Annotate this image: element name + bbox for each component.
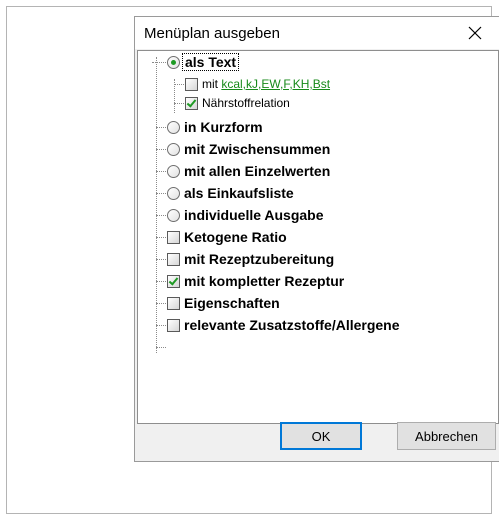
checkbox-naehrstoffrelation[interactable] xyxy=(185,96,198,110)
dialog-titlebar: Menüplan ausgeben xyxy=(135,17,499,49)
tree-guide-line xyxy=(156,347,166,348)
tree-guide-line xyxy=(156,171,166,172)
option-label: mit kompletter Rezeptur xyxy=(184,273,345,289)
tree-guide-line xyxy=(156,215,166,216)
option-mit-zwischensummen[interactable]: mit Zwischensummen xyxy=(167,139,330,159)
tree-guide-line xyxy=(156,127,166,128)
radio-mit-allen-einzelwerten[interactable] xyxy=(167,164,180,178)
option-ketogene-ratio[interactable]: Ketogene Ratio xyxy=(167,227,287,247)
option-label: Ketogene Ratio xyxy=(184,229,287,245)
option-label: als Einkaufsliste xyxy=(184,185,294,201)
option-label: individuelle Ausgabe xyxy=(184,207,324,223)
option-als-einkaufsliste[interactable]: als Einkaufsliste xyxy=(167,183,294,203)
tree-guide-line xyxy=(152,62,166,63)
option-label: in Kurzform xyxy=(184,119,263,135)
option-label: als Text xyxy=(182,53,240,71)
option-label-prefix: mit xyxy=(202,77,222,91)
option-eigenschaften[interactable]: Eigenschaften xyxy=(167,293,280,313)
cancel-button[interactable]: Abbrechen xyxy=(397,422,496,450)
checkbox-mit-kompletter-rezeptur[interactable] xyxy=(167,274,180,288)
option-label: Nährstoffrelation xyxy=(202,96,290,110)
nutrient-units-link[interactable]: kcal,kJ,EW,F,KH,Bst xyxy=(221,77,330,91)
ok-button[interactable]: OK xyxy=(280,422,362,450)
tree-guide-line xyxy=(174,84,184,85)
checkbox-ketogene-ratio[interactable] xyxy=(167,230,180,244)
checkbox-zusatzstoffe-allergene[interactable] xyxy=(167,318,180,332)
option-mit-allen-einzelwerten[interactable]: mit allen Einzelwerten xyxy=(167,161,330,181)
tree-guide-line xyxy=(174,103,184,104)
radio-individuelle-ausgabe[interactable] xyxy=(167,208,180,222)
option-mit-rezeptzubereitung[interactable]: mit Rezeptzubereitung xyxy=(167,249,334,269)
option-label: mit Zwischensummen xyxy=(184,141,331,157)
option-naehrstoffrelation[interactable]: Nährstoffrelation xyxy=(185,93,290,113)
tree-guide-line xyxy=(156,259,166,260)
option-label: mit kcal,kJ,EW,F,KH,Bst xyxy=(202,77,330,91)
checkbox-mit-rezeptzubereitung[interactable] xyxy=(167,252,180,266)
tree-guide-line xyxy=(156,149,166,150)
print-menu-dialog: Menüplan ausgeben als Text mit kcal,kJ,E… xyxy=(134,16,499,462)
radio-als-text[interactable] xyxy=(167,55,180,69)
option-mit-kompletter-rezeptur[interactable]: mit kompletter Rezeptur xyxy=(167,271,344,291)
tree-guide-line xyxy=(156,325,166,326)
tree-guide-line xyxy=(156,281,166,282)
dialog-title: Menüplan ausgeben xyxy=(144,25,280,42)
tree-guide-line xyxy=(156,57,157,353)
tree-guide-line xyxy=(156,303,166,304)
tree-guide-line xyxy=(156,193,166,194)
option-label: mit allen Einzelwerten xyxy=(184,163,331,179)
close-icon[interactable] xyxy=(455,17,495,49)
option-label: Eigenschaften xyxy=(184,295,280,311)
option-zusatzstoffe-allergene[interactable]: relevante Zusatzstoffe/Allergene xyxy=(167,315,400,335)
option-als-text[interactable]: als Text xyxy=(167,52,240,72)
option-in-kurzform[interactable]: in Kurzform xyxy=(167,117,263,137)
radio-als-einkaufsliste[interactable] xyxy=(167,186,180,200)
output-options-tree: als Text mit kcal,kJ,EW,F,KH,Bst Nährsto… xyxy=(137,50,499,424)
option-mit-naehrwerte[interactable]: mit kcal,kJ,EW,F,KH,Bst xyxy=(185,74,330,94)
radio-mit-zwischensummen[interactable] xyxy=(167,142,180,156)
option-individuelle-ausgabe[interactable]: individuelle Ausgabe xyxy=(167,205,324,225)
tree-guide-line xyxy=(156,237,166,238)
radio-in-kurzform[interactable] xyxy=(167,120,180,134)
checkbox-eigenschaften[interactable] xyxy=(167,296,180,310)
option-label: relevante Zusatzstoffe/Allergene xyxy=(184,317,400,333)
option-label: mit Rezeptzubereitung xyxy=(184,251,335,267)
checkbox-mit-naehrwerte[interactable] xyxy=(185,77,198,91)
